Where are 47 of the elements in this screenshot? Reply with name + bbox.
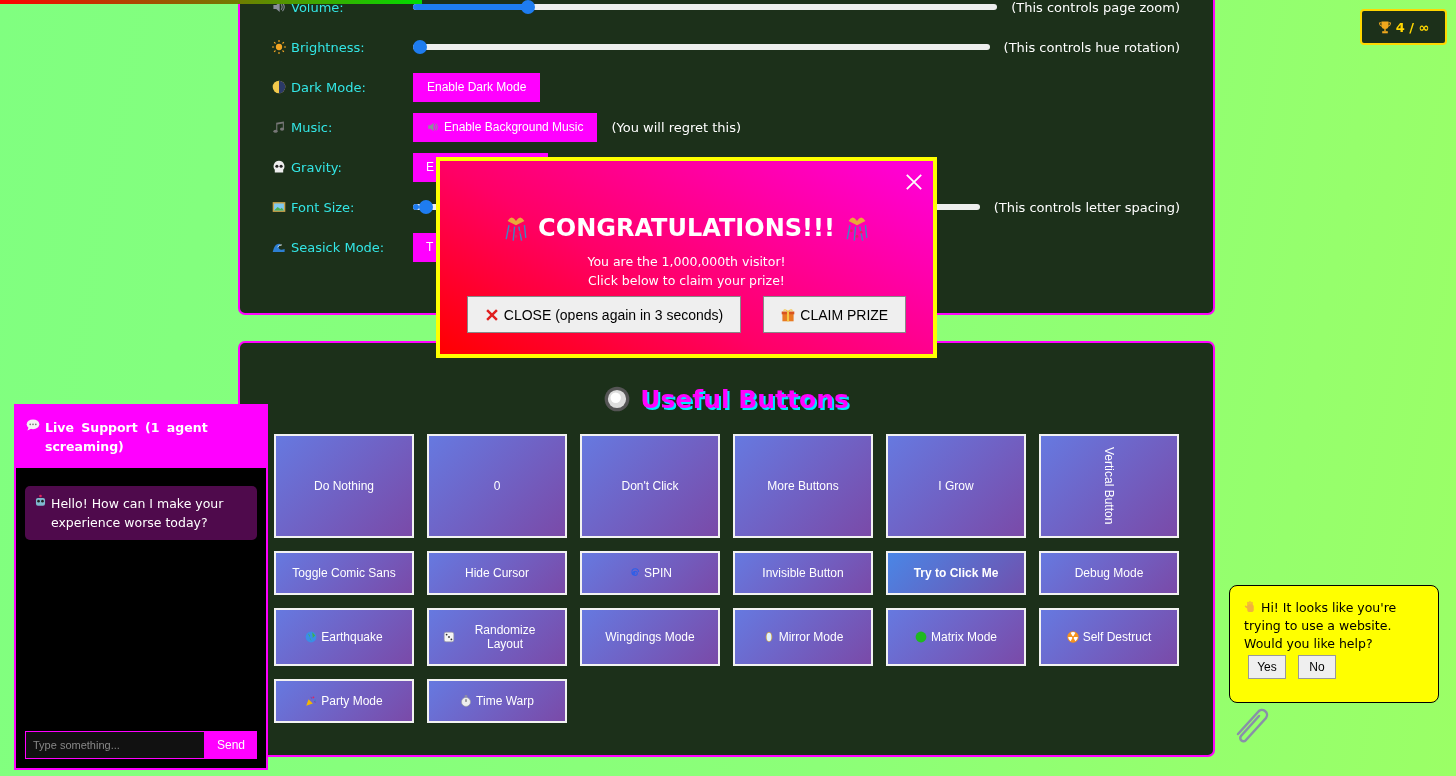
setting-note: (This controls page zoom) xyxy=(1011,0,1180,15)
help-button[interactable]: Yes xyxy=(1248,655,1286,679)
grid-button[interactable]: I Grow xyxy=(886,434,1026,538)
setting-button[interactable]: Enable Background Music xyxy=(413,112,598,142)
send-button[interactable]: Send xyxy=(205,731,257,759)
setting-note: (You will regret this) xyxy=(611,119,742,135)
grid-button[interactable]: Earthquake xyxy=(274,608,414,666)
popup-button[interactable]: CLOSE (opens again in 3 seconds) xyxy=(466,296,742,333)
grid-button[interactable]: Matrix Mode xyxy=(886,608,1026,666)
setting-label: Gravity: xyxy=(291,159,342,175)
setting-label: Music: xyxy=(291,119,333,135)
grid-button[interactable]: 0 xyxy=(427,434,567,538)
grid-button[interactable]: SPIN xyxy=(580,551,720,595)
grid-button[interactable]: Hide Cursor xyxy=(427,551,567,595)
message-text: Hello! How can I make your experience worse today? xyxy=(51,495,225,532)
popup-text: Click below to claim your prize! xyxy=(587,272,786,290)
setting-button[interactable]: Enable Dark Mode xyxy=(413,72,541,102)
score-text: 4 / ∞ xyxy=(1395,19,1430,35)
chat-title: Live Support (1 agent screaming) xyxy=(45,419,209,456)
setting-label: Dark Mode: xyxy=(291,79,366,95)
grid-button[interactable]: Try to Click Me xyxy=(886,551,1026,595)
help-text: Hi! It looks like you're trying to use a website. Would you like help? xyxy=(1244,599,1398,653)
section-title: Useful Buttons xyxy=(640,384,849,414)
grid-button[interactable]: Debug Mode xyxy=(1039,551,1179,595)
grid-button[interactable]: Randomize Layout xyxy=(427,608,567,666)
help-button[interactable]: No xyxy=(1298,655,1336,679)
grid-button[interactable]: Mirror Mode xyxy=(733,608,873,666)
setting-note: (This controls letter spacing) xyxy=(993,199,1180,215)
grid-button[interactable]: Invisible Button xyxy=(733,551,873,595)
grid-button[interactable]: Vertical Button xyxy=(1039,434,1179,538)
grid-button[interactable]: Toggle Comic Sans xyxy=(274,551,414,595)
setting-label: Seasick Mode: xyxy=(291,239,385,255)
message-input[interactable]: Type something... xyxy=(25,731,205,759)
setting-label: Font Size: xyxy=(291,199,355,215)
setting-note: (This controls hue rotation) xyxy=(1003,39,1180,55)
popup-title: CONGRATULATIONS!!! xyxy=(538,215,835,241)
grid-button[interactable]: Do Nothing xyxy=(274,434,414,538)
setting-label: Volume: xyxy=(291,0,344,15)
grid-button[interactable]: More Buttons xyxy=(733,434,873,538)
grid-button[interactable]: Party Mode xyxy=(274,679,414,723)
grid-button[interactable]: Wingdings Mode xyxy=(580,608,720,666)
grid-button[interactable]: Don't Click xyxy=(580,434,720,538)
setting-label: Brightness: xyxy=(291,39,365,55)
grid-button[interactable]: Time Warp xyxy=(427,679,567,723)
grid-button[interactable]: Self Destruct xyxy=(1039,608,1179,666)
popup-button[interactable]: CLAIM PRIZE xyxy=(763,296,907,333)
popup-text: You are the 1,000,000th visitor! xyxy=(587,253,786,271)
